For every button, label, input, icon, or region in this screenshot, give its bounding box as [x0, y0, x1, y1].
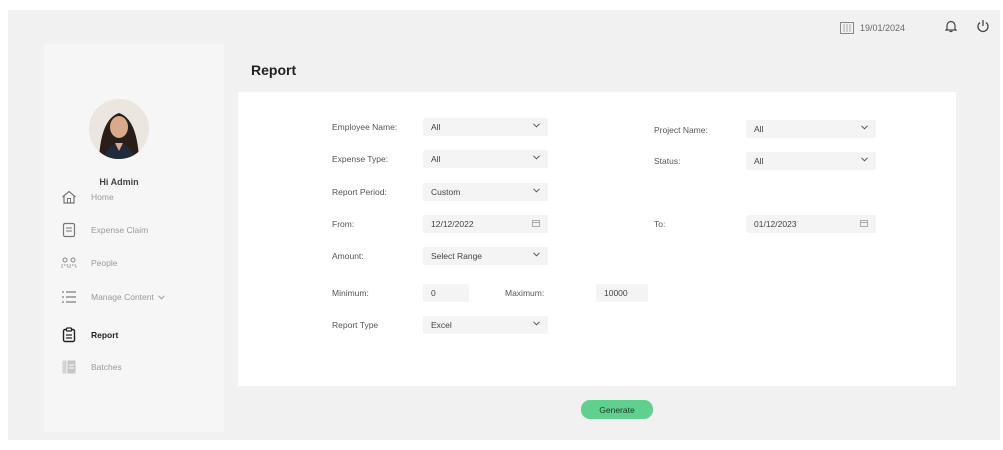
to-label: To: — [654, 219, 666, 229]
sidebar: Hi Admin Home Expense Claim People Manag… — [44, 44, 224, 432]
report-type-value: Excel — [431, 320, 452, 330]
batches-icon — [62, 360, 76, 374]
greeting-text: Hi Admin — [99, 177, 139, 187]
chevron-down-icon — [861, 125, 868, 130]
expense-type-select[interactable]: All — [423, 150, 548, 168]
generate-button[interactable]: Generate — [581, 400, 653, 419]
maximum-value: 10000 — [604, 288, 628, 298]
avatar — [89, 99, 149, 159]
amount-value: Select Range — [431, 251, 483, 261]
app-window: 19/01/2024 Hi Admin Home Expense Claim P… — [8, 10, 1000, 440]
top-bar: 19/01/2024 — [8, 10, 1000, 42]
report-period-label: Report Period: — [332, 187, 387, 197]
page-title: Report — [251, 62, 297, 78]
home-icon — [62, 190, 76, 204]
calendar-icon — [840, 22, 854, 34]
sidebar-item-label: People — [91, 258, 118, 268]
report-type-select[interactable]: Excel — [423, 316, 548, 334]
report-icon — [62, 327, 76, 343]
minimum-label: Minimum: — [332, 288, 369, 298]
project-name-label: Project Name: — [654, 125, 708, 135]
list-icon — [62, 291, 76, 303]
status-label: Status: — [654, 156, 681, 166]
project-name-value: All — [754, 124, 764, 134]
report-period-select[interactable]: Custom — [423, 183, 548, 201]
sidebar-item-label: Batches — [91, 362, 122, 372]
sidebar-item-report[interactable]: Report — [61, 325, 118, 345]
project-name-select[interactable]: All — [746, 120, 876, 138]
status-value: All — [754, 156, 764, 166]
calendar-icon — [532, 220, 540, 227]
current-date: 19/01/2024 — [860, 23, 906, 33]
minimum-input[interactable]: 0 — [423, 284, 469, 302]
chevron-down-icon — [533, 252, 540, 257]
sidebar-item-people[interactable]: People — [61, 253, 117, 273]
amount-select[interactable]: Select Range — [423, 247, 548, 265]
maximum-input[interactable]: 10000 — [596, 284, 648, 302]
bell-icon[interactable] — [945, 20, 957, 33]
sidebar-item-label: Report — [91, 330, 119, 340]
people-icon — [61, 257, 77, 268]
to-date-input[interactable]: 01/12/2023 — [746, 215, 876, 233]
sidebar-item-manage-content[interactable]: Manage Content — [61, 287, 165, 307]
maximum-label: Maximum: — [505, 288, 545, 298]
date-display: 19/01/2024 — [840, 22, 905, 34]
from-label: From: — [332, 219, 355, 229]
employee-name-select[interactable]: All — [423, 118, 548, 136]
expense-type-value: All — [431, 154, 441, 164]
employee-name-value: All — [431, 122, 441, 132]
from-date-input[interactable]: 12/12/2022 — [423, 215, 548, 233]
sidebar-item-label: Expense Claim — [91, 225, 149, 235]
report-form-card: Employee Name: All Project Name: All Exp… — [238, 92, 956, 386]
minimum-value: 0 — [431, 288, 436, 298]
chevron-down-icon — [533, 188, 540, 193]
sidebar-item-label: Home — [91, 192, 114, 202]
amount-label: Amount: — [332, 251, 364, 261]
from-date-value: 12/12/2022 — [431, 219, 474, 229]
report-period-value: Custom — [431, 187, 461, 197]
employee-name-label: Employee Name: — [332, 122, 398, 132]
chevron-down-icon — [158, 294, 165, 300]
power-icon[interactable] — [976, 19, 990, 33]
chevron-down-icon — [533, 123, 540, 128]
chevron-down-icon — [861, 157, 868, 162]
sidebar-item-label: Manage Content — [91, 292, 154, 302]
calendar-icon — [860, 220, 868, 227]
sidebar-item-expense-claim[interactable]: Expense Claim — [61, 220, 148, 240]
status-select[interactable]: All — [746, 152, 876, 170]
chevron-down-icon — [533, 155, 540, 160]
sidebar-item-home[interactable]: Home — [61, 187, 114, 207]
to-date-value: 01/12/2023 — [754, 219, 797, 229]
expense-type-label: Expense Type: — [332, 154, 389, 164]
document-icon — [62, 222, 76, 238]
chevron-down-icon — [533, 321, 540, 326]
sidebar-item-batches[interactable]: Batches — [61, 357, 122, 377]
report-type-label: Report Type — [332, 320, 379, 330]
avatar-image — [89, 99, 149, 159]
